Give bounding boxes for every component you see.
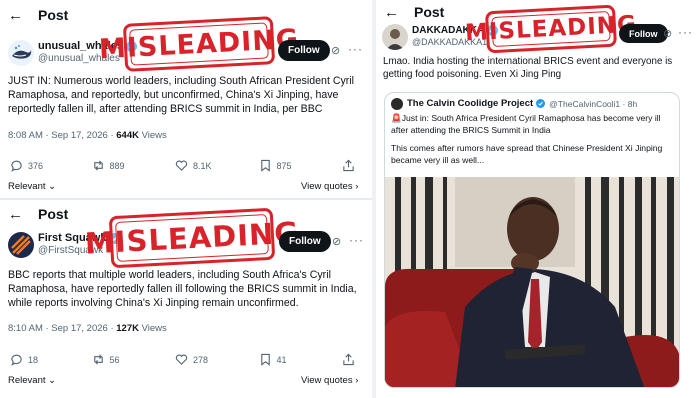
avatar[interactable] (8, 232, 34, 258)
photo-image (385, 177, 679, 387)
misleading-stamp: MISLEADING (98, 16, 300, 72)
repost-icon (93, 354, 103, 365)
follow-button[interactable]: Follow (278, 40, 330, 61)
post-header: ← Post (8, 204, 68, 224)
reply-count: 376 (28, 160, 44, 171)
share-icon (343, 159, 354, 172)
view-count: 127K (116, 323, 139, 334)
sort-relevant-dropdown[interactable]: Relevant ⌄ (8, 375, 56, 386)
follow-button[interactable]: Follow (279, 231, 331, 252)
tweet-meta: 8:10 AM · Sep 17, 2026 · 127K Views (8, 323, 167, 334)
grok-icon[interactable]: ⊘ (663, 27, 672, 40)
reply-count: 18 (28, 354, 39, 365)
view-quotes-link[interactable]: View quotes › (301, 375, 358, 386)
repost-button[interactable]: 889 (92, 159, 176, 172)
siren-icon: 🚨 (391, 113, 402, 123)
grok-icon[interactable]: ⊘ (331, 44, 340, 57)
view-quotes-label: View quotes (301, 181, 353, 192)
verified-badge-icon (536, 99, 546, 108)
share-icon (343, 353, 354, 366)
follow-button[interactable]: Follow (619, 24, 668, 43)
share-button[interactable] (342, 353, 360, 366)
back-arrow-icon[interactable]: ← (8, 7, 38, 24)
sort-label: Relevant (8, 375, 46, 386)
quote-line-2: This comes after rumors have spread that… (391, 143, 663, 165)
bookmark-icon (260, 159, 270, 172)
bookmark-button[interactable]: 875 (259, 159, 343, 172)
view-quotes-label: View quotes (301, 375, 353, 386)
reply-button[interactable]: 18 (10, 353, 92, 366)
repost-count: 889 (109, 160, 125, 171)
quoted-tweet-card[interactable]: The Calvin Coolidge Project @TheCalvinCo… (384, 92, 680, 388)
quote-line-1-text: Just in: South Africa President Cyril Ra… (391, 113, 661, 135)
quote-author-row: The Calvin Coolidge Project @TheCalvinCo… (407, 98, 637, 109)
grok-icon[interactable]: ⊘ (332, 235, 341, 248)
post-panel-unusual-whales: ← Post unusual_whales @unusual_whales MI… (0, 0, 370, 198)
quote-handle: @TheCalvinCooli1 · 8h (549, 98, 638, 109)
back-arrow-icon[interactable]: ← (8, 206, 38, 223)
bookmark-count: 41 (276, 354, 287, 365)
quote-avatar (391, 98, 403, 110)
repost-button[interactable]: 56 (92, 353, 176, 366)
tweet-text: BBC reports that multiple world leaders,… (8, 269, 357, 309)
quote-line-1: 🚨Just in: South Africa President Cyril R… (391, 113, 675, 136)
quote-author-name: The Calvin Coolidge Project (407, 98, 534, 109)
post-header: ← Post (8, 5, 68, 25)
views-label: Views (138, 130, 167, 141)
sort-relevant-dropdown[interactable]: Relevant ⌄ (8, 181, 56, 192)
bookmark-icon (260, 353, 270, 366)
like-count: 278 (193, 354, 209, 365)
whale-logo-icon (12, 45, 32, 59)
like-count: 8.1K (193, 160, 212, 171)
heart-icon (175, 160, 188, 171)
avatar[interactable] (382, 24, 408, 50)
tweet-timestamp[interactable]: 8:08 AM · Sep 17, 2026 · (8, 130, 116, 141)
back-arrow-icon[interactable]: ← (384, 4, 414, 21)
first-squawk-logo-icon (11, 235, 31, 255)
tweet-meta: 8:08 AM · Sep 17, 2026 · 644K Views (8, 130, 167, 141)
page-title: Post (38, 206, 69, 222)
misleading-stamp: MISLEADING (84, 207, 300, 269)
bookmark-count: 875 (276, 160, 292, 171)
repost-count: 56 (109, 354, 120, 365)
tweet-text: JUST IN: Numerous world leaders, includi… (8, 75, 355, 115)
post-header: ← Post (384, 2, 444, 22)
reply-icon (11, 160, 22, 172)
share-button[interactable] (342, 159, 360, 172)
more-options-icon[interactable]: ··· (678, 25, 693, 39)
post-panel-first-squawk: ← Post First Squawk @FirstSquawk MISLEAD… (0, 200, 370, 398)
tweet-text: Lmao. India hosting the international BR… (383, 56, 673, 80)
page-title: Post (38, 7, 69, 23)
page-title: Post (414, 4, 445, 20)
action-bar: 18 56 278 41 (10, 353, 360, 366)
views-label: Views (138, 323, 167, 334)
user-avatar-icon (386, 29, 404, 50)
heart-icon (175, 354, 188, 365)
repost-icon (93, 160, 103, 171)
post-panel-dakkadakka: ← Post DAKKADAKKA @DAKKADAKKA1 MISLEADIN… (376, 0, 696, 398)
tweet-timestamp[interactable]: 8:10 AM · Sep 17, 2026 · (8, 323, 116, 334)
reply-icon (11, 354, 22, 366)
sort-label: Relevant (8, 181, 46, 192)
more-options-icon[interactable]: ··· (349, 233, 364, 247)
view-quotes-link[interactable]: View quotes › (301, 181, 358, 192)
like-button[interactable]: 8.1K (175, 159, 259, 172)
ramaphosa-photo[interactable] (385, 177, 679, 387)
misleading-stamp: MISLEADING (464, 4, 638, 54)
more-options-icon[interactable]: ··· (348, 42, 363, 56)
action-bar: 376 889 8.1K 875 (10, 159, 360, 172)
reply-button[interactable]: 376 (10, 159, 92, 172)
avatar[interactable] (8, 40, 34, 66)
view-count: 644K (116, 130, 139, 141)
bookmark-button[interactable]: 41 (259, 353, 343, 366)
like-button[interactable]: 278 (175, 353, 259, 366)
